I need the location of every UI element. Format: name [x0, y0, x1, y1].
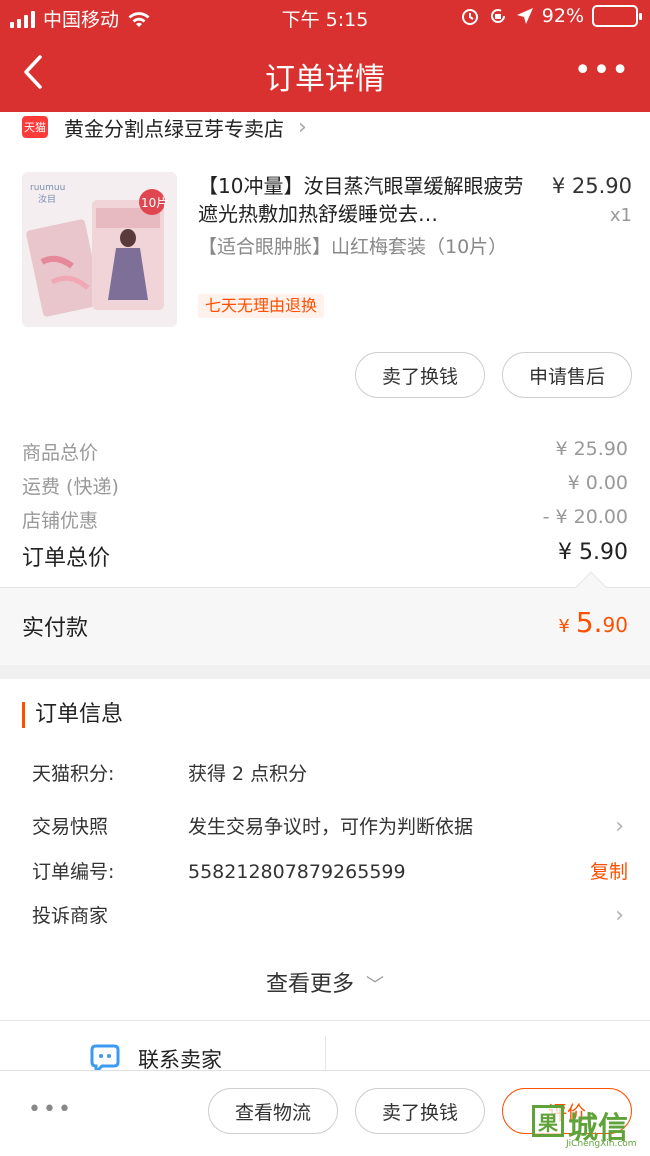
svg-text:10片: 10片: [141, 196, 168, 210]
view-logistics-button[interactable]: 查看物流: [208, 1088, 338, 1134]
info-value: 获得 2 点积分: [188, 763, 308, 785]
alarm-icon: [461, 9, 478, 25]
section-gap: [0, 665, 650, 679]
more-menu-button[interactable]: •••: [574, 54, 630, 88]
battery-percent: 92%: [541, 5, 584, 27]
sell-for-cash-button-bottom[interactable]: 卖了换钱: [355, 1088, 485, 1134]
fee-value: ¥ 25.90: [555, 438, 628, 460]
info-row-complaint[interactable]: 投诉商家 ›: [32, 902, 628, 930]
chevron-right-icon: ›: [615, 903, 624, 928]
info-key: 天猫积分:: [32, 763, 115, 785]
site-watermark: 果 城信 JiChengXin.com: [532, 1105, 644, 1151]
info-key: 交易快照: [32, 816, 109, 838]
page-title: 订单详情: [265, 62, 385, 97]
more-actions-button[interactable]: •••: [28, 1097, 73, 1122]
fee-row-discount: 店铺优惠 - ¥ 20.00: [22, 506, 628, 533]
info-row-order-number: 订单编号: 558212807879265599 复制: [32, 858, 628, 886]
nav-bar: 订单详情 •••: [0, 40, 650, 106]
actual-payment-amount: ¥5.90: [558, 606, 628, 639]
order-total-value: ¥ 5.90: [558, 540, 628, 565]
info-value: 发生交易争议时，可作为判断依据: [188, 816, 474, 838]
product-thumbnail: ruumuu 汝目 10片: [22, 172, 177, 327]
svg-text:ruumuu: ruumuu: [30, 183, 65, 193]
amount-decimal: 90: [602, 613, 628, 637]
fee-value: ¥ 0.00: [567, 472, 628, 494]
fee-value: - ¥ 20.00: [542, 506, 628, 528]
currency-symbol: ¥: [558, 616, 570, 637]
divider: [0, 1020, 650, 1021]
chevron-down-icon: ﹀: [366, 975, 384, 996]
info-row-snapshot[interactable]: 交易快照 发生交易争议时，可作为判断依据 ›: [32, 813, 628, 841]
info-row-points: 天猫积分: 获得 2 点积分: [32, 760, 628, 788]
svg-text:汝目: 汝目: [38, 193, 56, 205]
fee-label: 商品总价: [22, 442, 99, 464]
status-bar: 中国移动 下午 5:15 92%: [0, 0, 650, 34]
order-info-title: 订单信息: [22, 702, 123, 728]
tmall-badge: 天猫: [22, 116, 48, 138]
see-more-label: 查看更多: [265, 972, 354, 997]
amount-integer: 5.: [575, 606, 603, 639]
actual-payment-panel: 实付款 ¥5.90: [0, 571, 650, 665]
location-icon: [516, 8, 533, 24]
fee-label: 店铺优惠: [22, 510, 99, 532]
chevron-right-icon: ›: [298, 114, 307, 140]
product-sku: 【适合眼肿胀】山红梅套装（10片）: [198, 236, 508, 258]
order-total-row: 订单总价 ¥ 5.90: [22, 540, 628, 572]
product-image[interactable]: ruumuu 汝目 10片: [22, 172, 177, 327]
order-number: 558212807879265599: [188, 861, 406, 883]
watermark-box: 果: [532, 1105, 564, 1137]
info-key: 订单编号:: [32, 861, 115, 883]
battery-icon: [592, 5, 642, 27]
chevron-right-icon: ›: [615, 814, 624, 839]
info-key: 投诉商家: [32, 905, 109, 927]
rotation-lock-icon: [490, 9, 505, 23]
app-header: 中国移动 下午 5:15 92% 订单详情 •••: [0, 0, 650, 112]
product-quantity: x1: [609, 205, 632, 226]
watermark-url: JiChengXin.com: [566, 1139, 637, 1149]
product-title[interactable]: 【10冲量】汝目蒸汽眼罩缓解眼疲劳遮光热敷加热舒缓睡觉去…: [198, 172, 528, 228]
order-total-label: 订单总价: [22, 546, 111, 571]
fee-label: 运费 (快递): [22, 476, 119, 498]
actual-payment-label: 实付款: [22, 616, 89, 641]
shop-row[interactable]: 天猫 黄金分割点绿豆芽专卖店 ›: [0, 112, 650, 142]
see-more-button[interactable]: 查看更多 ﹀: [0, 966, 650, 998]
refund-policy-tag: 七天无理由退换: [198, 294, 325, 318]
apply-after-sale-button[interactable]: 申请售后: [502, 352, 632, 398]
shop-name: 黄金分割点绿豆芽专卖店: [64, 116, 284, 141]
sell-for-cash-button[interactable]: 卖了换钱: [355, 352, 485, 398]
product-price: ¥ 25.90: [551, 174, 632, 198]
fee-row-shipping: 运费 (快递) ¥ 0.00: [22, 472, 628, 499]
copy-order-number-button[interactable]: 复制: [590, 858, 628, 886]
fee-row-goods: 商品总价 ¥ 25.90: [22, 438, 628, 465]
